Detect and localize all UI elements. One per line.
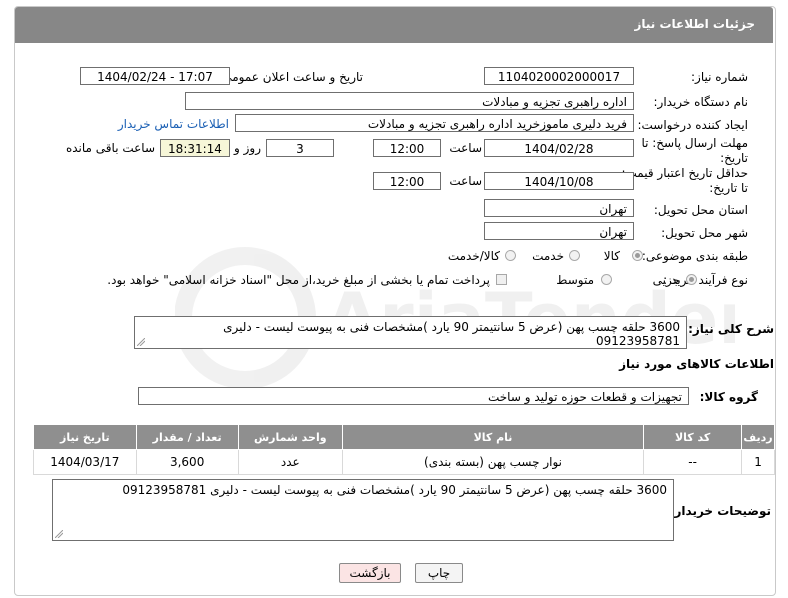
buyer-org-field: اداره راهبری تجزیه و مبادلات — [185, 92, 634, 110]
category-radio-goods[interactable] — [632, 250, 643, 261]
col-need-date: تاریخ نیاز — [33, 424, 137, 450]
buyer-notes-text: 3600 حلقه چسب پهن (عرض 5 سانتیمتر 90 یار… — [122, 483, 667, 497]
price-validity-label: حداقل تاریخ اعتبار قیمت: تا تاریخ: — [621, 166, 748, 195]
days-label: روز و — [234, 141, 261, 155]
buyer-notes-textarea: 3600 حلقه چسب پهن (عرض 5 سانتیمتر 90 یار… — [52, 479, 674, 541]
announce-datetime-field: 1404/02/24 - 17:07 — [80, 67, 230, 85]
validity-time-field: 12:00 — [373, 172, 441, 190]
validity-time-label: ساعت — [449, 174, 482, 188]
requester-field: فرید دلیری ماموزخرید اداره راهبری تجزیه … — [235, 114, 634, 132]
announce-label: تاریخ و ساعت اعلان عمومی: — [218, 70, 363, 84]
col-quantity: تعداد / مقدار — [135, 424, 239, 450]
remaining-time-field: 18:31:14 — [160, 139, 230, 157]
category-option-service: خدمت — [532, 249, 564, 263]
process-option-minor: جزیی — [652, 273, 680, 287]
cell-goods-name: نوار چسب پهن (بسته بندی) — [341, 449, 645, 475]
treasury-payment-checkbox[interactable] — [496, 274, 507, 285]
col-row-number: ردیف — [741, 424, 775, 450]
need-number-label: شماره نیاز: — [691, 70, 748, 84]
category-option-goods-service: کالا/خدمت — [447, 249, 500, 263]
col-unit: واحد شمارش — [237, 424, 343, 450]
category-radio-service[interactable] — [569, 250, 580, 261]
print-button[interactable]: چاپ — [415, 563, 463, 583]
deadline-date-field: 1404/02/28 — [484, 139, 634, 157]
buyer-notes-label: توضیحات خریدار: — [669, 504, 771, 518]
deadline-time-field: 12:00 — [373, 139, 441, 157]
process-radio-medium[interactable] — [601, 274, 612, 285]
col-goods-name: نام کالا — [341, 424, 645, 450]
province-field: تهران — [484, 199, 634, 217]
table-row: 1 -- نوار چسب پهن (بسته بندی) عدد 3,600 … — [33, 449, 775, 475]
description-text: 3600 حلقه چسب پهن (عرض 5 سانتیمتر 90 یار… — [223, 320, 680, 348]
process-radio-minor[interactable] — [686, 274, 697, 285]
panel-header: جزئیات اطلاعات نیاز — [15, 7, 773, 43]
panel-title: جزئیات اطلاعات نیاز — [634, 17, 755, 31]
need-number-field: 1104020002000017 — [484, 67, 634, 85]
items-table: ردیف کد کالا نام کالا واحد شمارش تعداد /… — [33, 424, 775, 475]
days-remaining-field: 3 — [266, 139, 334, 157]
city-field: تهران — [484, 222, 634, 240]
goods-group-field: تجهیزات و قطعات حوزه تولید و ساخت — [138, 387, 689, 405]
category-label: طبقه بندی موضوعی: — [641, 249, 748, 263]
process-option-medium: متوسط — [556, 273, 594, 287]
validity-date-field: 1404/10/08 — [484, 172, 634, 190]
goods-group-label: گروه کالا: — [699, 390, 758, 404]
city-label: شهر محل تحویل: — [661, 226, 748, 240]
cell-goods-code: -- — [643, 449, 743, 475]
buyer-org-label: نام دستگاه خریدار: — [653, 95, 749, 109]
remaining-time-label: ساعت باقی مانده — [65, 141, 155, 155]
treasury-payment-note: پرداخت تمام یا بخشی از مبلغ خرید،از محل … — [107, 273, 490, 287]
province-label: استان محل تحویل: — [653, 203, 748, 217]
requester-label: ایجاد کننده درخواست: — [637, 118, 748, 132]
goods-info-title: اطلاعات کالاهای مورد نیاز — [619, 357, 774, 371]
category-radio-goods-service[interactable] — [505, 250, 516, 261]
deadline-time-label: ساعت — [449, 141, 482, 155]
items-table-header: ردیف کد کالا نام کالا واحد شمارش تعداد /… — [33, 424, 775, 450]
buyer-contact-link[interactable]: اطلاعات تماس خریدار — [118, 117, 229, 131]
cell-quantity: 3,600 — [135, 449, 239, 475]
cell-need-date: 1404/03/17 — [33, 449, 137, 475]
cell-row-number: 1 — [741, 449, 775, 475]
back-button[interactable]: بازگشت — [339, 563, 401, 583]
deadline-label: مهلت ارسال پاسخ: تا تاریخ: — [641, 136, 748, 165]
resize-grip-icon[interactable] — [55, 530, 63, 538]
cell-unit: عدد — [237, 449, 343, 475]
description-label: شرح کلی نیاز: — [688, 322, 774, 336]
col-goods-code: کد کالا — [643, 424, 743, 450]
resize-grip-icon[interactable] — [137, 338, 145, 346]
description-textarea: 3600 حلقه چسب پهن (عرض 5 سانتیمتر 90 یار… — [134, 316, 687, 349]
category-option-goods: کالا — [603, 249, 620, 263]
